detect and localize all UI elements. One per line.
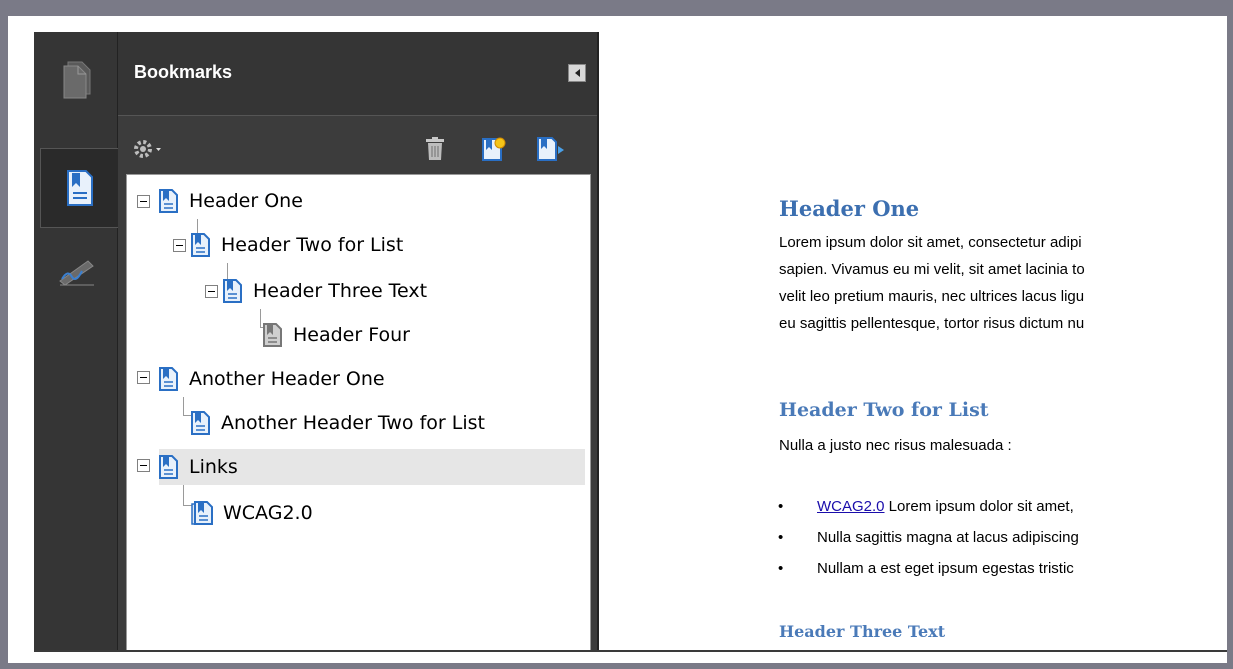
bookmarks-panel-header: Bookmarks (118, 32, 597, 116)
list-item-text: Lorem ipsum dolor sit amet, (884, 498, 1074, 515)
doc-list-intro: Nulla a justo nec risus malesuada : (779, 437, 1012, 454)
window-frame-bottom (0, 663, 1233, 669)
delete-bookmark-button[interactable] (424, 136, 446, 162)
delete-bookmark-icon (426, 137, 444, 160)
wcag-link[interactable]: WCAG2.0 (817, 498, 885, 515)
collapse-toggle[interactable] (205, 285, 218, 298)
bookmarks-toolbar (118, 118, 597, 174)
doc-paragraph-line: Lorem ipsum dolor sit amet, consectetur … (779, 234, 1082, 251)
doc-heading-1: Header One (779, 196, 920, 221)
tree-connector (260, 309, 261, 327)
bookmark-item[interactable]: Another Header Two for List (191, 405, 485, 441)
window-frame-top (0, 0, 1233, 16)
bullet: • (778, 498, 784, 515)
doc-list-item: • Nulla sagittis magna at lacus adipisci… (778, 529, 1079, 546)
bookmark-icon (159, 189, 178, 213)
list-item-text: Nullam a est eget ipsum egestas tristic (817, 560, 1074, 577)
doc-list-item: • Nullam a est eget ipsum egestas tristi… (778, 560, 1074, 577)
collapse-toggle[interactable] (137, 195, 150, 208)
doc-paragraph-line: velit leo pretium mauris, nec ultrices l… (779, 288, 1085, 305)
bookmark-label: Header Three Text (253, 280, 428, 302)
list-item-text: Nulla sagittis magna at lacus adipiscing (817, 529, 1079, 546)
tree-connector (183, 485, 184, 505)
bookmark-item[interactable]: Header One (159, 183, 303, 219)
new-bookmark-icon (482, 137, 506, 161)
collapse-panel-button[interactable] (568, 64, 586, 82)
divider (34, 650, 1227, 652)
bookmark-label: Header Four (293, 324, 410, 346)
bookmarks-icon (66, 170, 93, 206)
bookmark-label: Another Header Two for List (221, 412, 485, 434)
bookmark-item[interactable]: Header Four (263, 317, 410, 353)
bookmark-gray-icon (263, 323, 282, 347)
expand-bookmark-icon (537, 137, 564, 161)
signature-icon (59, 260, 94, 286)
bookmark-icon (159, 367, 178, 391)
bookmark-item[interactable]: WCAG2.0 (191, 495, 313, 531)
doc-paragraph-line: sapien. Vivamus eu mi velit, sit amet la… (779, 261, 1085, 278)
bookmark-label: Links (189, 456, 238, 478)
bookmark-label: WCAG2.0 (223, 502, 313, 524)
doc-heading-2: Header Two for List (779, 399, 989, 421)
collapse-toggle[interactable] (137, 459, 150, 472)
bookmark-label: Header Two for List (221, 234, 404, 256)
bookmarks-panel: Bookmarks Header One Header Two for List… (118, 32, 599, 651)
bookmark-item[interactable]: Another Header One (159, 361, 385, 397)
new-bookmark-button[interactable] (481, 136, 507, 162)
collapse-toggle[interactable] (173, 239, 186, 252)
expand-current-bookmark-button[interactable] (536, 136, 566, 162)
options-menu-button[interactable] (132, 136, 166, 162)
bookmark-label: Another Header One (189, 368, 385, 390)
bookmark-link-icon (191, 501, 213, 525)
collapse-toggle[interactable] (137, 371, 150, 384)
navigation-rail (34, 32, 118, 651)
bookmark-item[interactable]: Header Two for List (191, 227, 403, 263)
doc-list-item: • WCAG2.0 Lorem ipsum dolor sit amet, (778, 498, 1074, 515)
bookmark-item[interactable]: Header Three Text (223, 273, 427, 309)
bullet: • (778, 560, 784, 577)
options-gear-icon (134, 140, 161, 158)
signatures-panel-button[interactable] (42, 232, 112, 312)
panel-title: Bookmarks (134, 62, 233, 82)
bookmark-icon (191, 411, 210, 435)
tree-connector (183, 397, 184, 415)
bookmark-icon (191, 233, 210, 257)
bookmark-icon (223, 279, 242, 303)
bookmark-icon (159, 455, 178, 479)
window-frame-right (1227, 0, 1233, 669)
document-view: Header One Lorem ipsum dolor sit amet, c… (620, 32, 1227, 650)
pages-icon (63, 61, 91, 99)
bookmarks-panel-button[interactable] (40, 148, 118, 228)
doc-heading-3: Header Three Text (779, 622, 946, 641)
bullet: • (778, 529, 784, 546)
bookmark-label: Header One (189, 190, 303, 212)
bookmark-item-selected[interactable]: Links (159, 449, 585, 485)
pages-panel-button[interactable] (42, 40, 112, 120)
window-frame-left (0, 0, 8, 669)
frame-inner-margin (8, 16, 34, 663)
doc-paragraph-line: eu sagittis pellentesque, tortor risus d… (779, 315, 1085, 332)
bookmark-tree: Header One Header Two for List Header Th… (126, 174, 591, 651)
